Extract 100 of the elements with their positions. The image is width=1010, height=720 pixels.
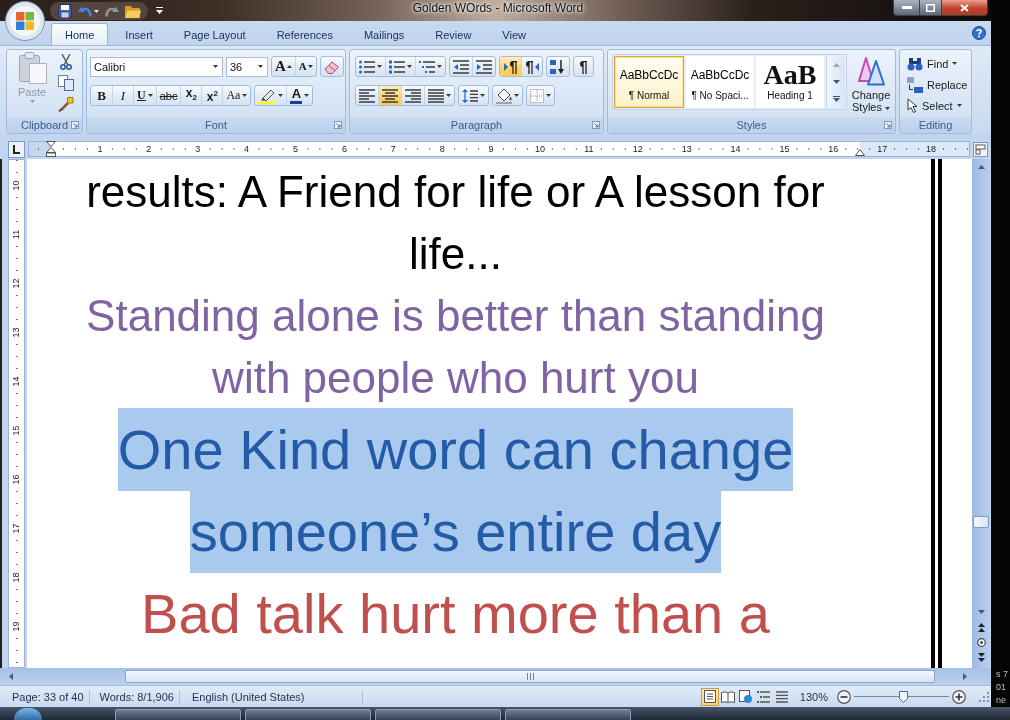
draft-lines-icon (775, 690, 788, 703)
view-ruler-icon[interactable] (973, 141, 988, 157)
undo-arrow-icon (78, 4, 92, 18)
left-to-right-button[interactable] (500, 57, 521, 76)
page-count[interactable]: Page: 33 of 40 (0, 689, 90, 704)
group-label: Paragraph (450, 119, 503, 131)
help-icon[interactable] (972, 26, 986, 40)
copy-button[interactable] (55, 72, 77, 93)
browse-object-icon[interactable] (976, 638, 986, 647)
scroll-down-icon[interactable] (977, 610, 985, 614)
style-option[interactable]: AaB Heading 1 (756, 56, 824, 108)
print-layout-button[interactable] (700, 687, 719, 706)
grow-font-button[interactable]: A (272, 57, 295, 76)
ruler-number: 19 (12, 621, 21, 631)
increase-indent-button[interactable] (472, 57, 495, 76)
tab-selector-icon[interactable] (8, 140, 25, 158)
subscript-button[interactable]: x$_{2}$ (180, 86, 202, 105)
font-name-field[interactable]: Calibri (90, 56, 223, 77)
scrollbar-thumb[interactable] (125, 670, 935, 683)
group-label: Clipboard (20, 119, 69, 131)
shrink-font-button[interactable]: A (294, 57, 316, 76)
scroll-down-icon[interactable] (832, 80, 840, 84)
italic-button[interactable]: I (112, 86, 133, 105)
bullet-list-icon (359, 59, 375, 74)
group-label: Font (205, 119, 227, 131)
previous-page-icon[interactable] (977, 623, 985, 632)
font-size-field[interactable]: 36 (226, 56, 268, 77)
caret-icon (242, 94, 248, 97)
dialog-launcher-icon[interactable] (592, 121, 600, 129)
outdent-icon (453, 59, 469, 74)
justify-button[interactable] (424, 86, 454, 105)
ribbon-tab[interactable]: View (488, 23, 540, 45)
caret-icon (147, 94, 153, 97)
right-indent-marker-icon[interactable] (855, 149, 865, 156)
shading-button[interactable] (492, 85, 523, 106)
open-button[interactable] (125, 3, 141, 19)
zoom-level-button[interactable]: 130% (799, 690, 828, 703)
numbering-button[interactable] (385, 57, 415, 76)
start-button[interactable] (14, 708, 42, 720)
save-button[interactable] (58, 3, 72, 19)
scroll-up-icon[interactable] (977, 165, 985, 169)
ribbon-tab[interactable]: Insert (111, 23, 167, 45)
caret-icon (885, 106, 890, 110)
taskbar-button[interactable] (375, 709, 501, 720)
decrease-indent-button[interactable] (450, 57, 472, 76)
font-color-button[interactable]: A (286, 86, 313, 105)
multilevel-list-button[interactable] (415, 57, 445, 76)
customize-toolbar-icon[interactable] (156, 7, 163, 14)
resize-grip-icon[interactable] (979, 691, 989, 702)
select-button[interactable]: Select (904, 95, 965, 116)
show-marks-button[interactable] (573, 56, 594, 77)
desktop-text: ne (996, 694, 1007, 707)
dialog-launcher-icon[interactable] (884, 121, 892, 129)
ruler-number: 18 (12, 572, 21, 582)
change-case-button[interactable]: Aa (222, 86, 251, 105)
zoom-in-icon[interactable] (952, 689, 966, 704)
ribbon-tab[interactable]: Page Layout (169, 23, 260, 45)
clear-formatting-button[interactable] (319, 56, 344, 77)
ribbon-tab[interactable]: Mailings (349, 23, 419, 45)
ribbon-tab[interactable]: Review (421, 23, 486, 45)
superscript-button[interactable]: x$^{2}$ (201, 86, 223, 105)
style-option[interactable]: AaBbCcDc ¶ Normal (614, 56, 684, 108)
scroll-left-icon[interactable] (9, 673, 13, 680)
align-left-button[interactable] (356, 86, 378, 105)
maximize-button[interactable] (920, 0, 942, 16)
replace-button[interactable]: Replace (904, 74, 971, 95)
language-indicator[interactable]: English (United States) (179, 689, 364, 704)
dialog-launcher-icon[interactable] (71, 121, 79, 129)
web-layout-button[interactable] (736, 687, 755, 706)
underline-button[interactable]: U (133, 86, 156, 105)
highlighter-icon (258, 87, 277, 104)
ruler-number: 13 (681, 144, 692, 154)
align-center-button[interactable] (378, 86, 401, 105)
sort-button[interactable] (546, 56, 570, 77)
strikethrough-button[interactable]: abc (155, 86, 181, 105)
change-styles-button[interactable]: Change Styles (849, 54, 893, 116)
align-right-button[interactable] (401, 86, 424, 105)
indent-marker-icon[interactable] (46, 141, 56, 157)
scroll-right-icon[interactable] (963, 673, 967, 680)
next-page-icon[interactable] (977, 653, 985, 662)
ribbon-tab[interactable]: References (262, 23, 347, 45)
minimize-button[interactable] (893, 0, 920, 16)
style-option[interactable]: AaBbCcDc ¶ No Spaci... (686, 56, 754, 108)
taskbar-button[interactable] (115, 709, 241, 720)
ribbon-tab[interactable]: Home (51, 23, 109, 45)
taskbar-button[interactable] (245, 709, 371, 720)
find-button[interactable]: Find (904, 53, 961, 74)
bold-button[interactable]: B (91, 86, 112, 105)
right-to-left-button[interactable] (521, 57, 542, 76)
dialog-launcher-icon[interactable] (334, 121, 342, 129)
line-spacing-button[interactable] (458, 85, 489, 106)
close-button[interactable] (942, 0, 988, 16)
maximize-icon (926, 3, 935, 12)
taskbar-button[interactable] (505, 709, 631, 720)
office-button[interactable] (5, 1, 45, 41)
word-count[interactable]: Words: 8/1,906 (89, 689, 180, 704)
zoom-out-icon[interactable] (837, 689, 851, 704)
scrollbar-thumb[interactable] (973, 516, 989, 528)
slider-thumb[interactable] (898, 690, 908, 703)
more-styles-icon[interactable] (832, 96, 840, 103)
